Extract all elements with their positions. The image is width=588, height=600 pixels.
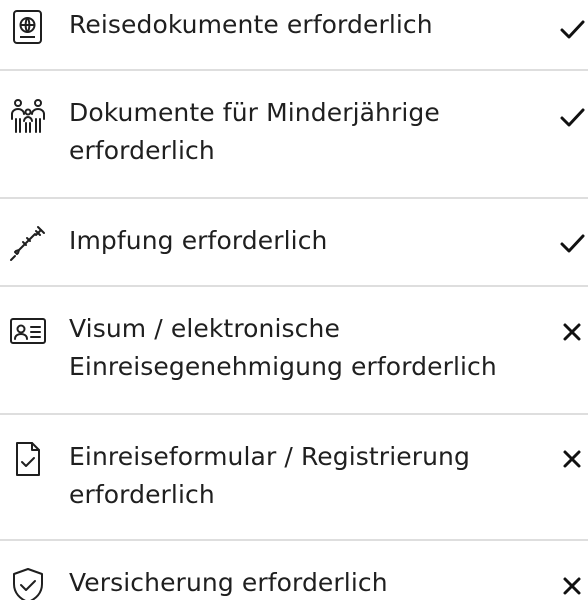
check-icon <box>556 227 588 259</box>
shield-check-icon <box>8 565 48 600</box>
requirement-item-minor-documents[interactable]: Dokumente für Minderjährige erforderlich <box>0 71 588 198</box>
requirement-label: Impfung erforderlich <box>69 226 328 255</box>
document-check-icon <box>8 439 48 479</box>
requirement-label: Dokumente für Minderjährige erforderlich <box>69 98 440 165</box>
check-icon <box>556 101 588 133</box>
requirement-item-insurance[interactable]: Versicherung erforderlich <box>0 541 588 600</box>
cross-icon <box>556 316 588 348</box>
requirement-item-visa[interactable]: Visum / elektronische Einreisegenehmigun… <box>0 287 588 413</box>
id-card-icon <box>8 311 48 351</box>
syringe-icon <box>8 223 48 263</box>
requirement-label: Einreiseformular / Registrierung erforde… <box>69 442 470 509</box>
cross-icon <box>556 570 588 600</box>
requirement-item-entry-form[interactable]: Einreiseformular / Registrierung erforde… <box>0 415 588 540</box>
requirement-label: Visum / elektronische Einreisegenehmigun… <box>69 314 497 381</box>
requirement-label: Reisedokumente erforderlich <box>69 10 433 39</box>
family-icon <box>8 97 48 137</box>
requirement-item-vaccination[interactable]: Impfung erforderlich <box>0 199 588 285</box>
cross-icon <box>556 443 588 475</box>
requirement-label: Versicherung erforderlich <box>69 568 388 597</box>
passport-icon <box>8 6 48 46</box>
check-icon <box>556 13 588 45</box>
requirement-item-travel-documents[interactable]: Reisedokumente erforderlich <box>0 0 588 70</box>
